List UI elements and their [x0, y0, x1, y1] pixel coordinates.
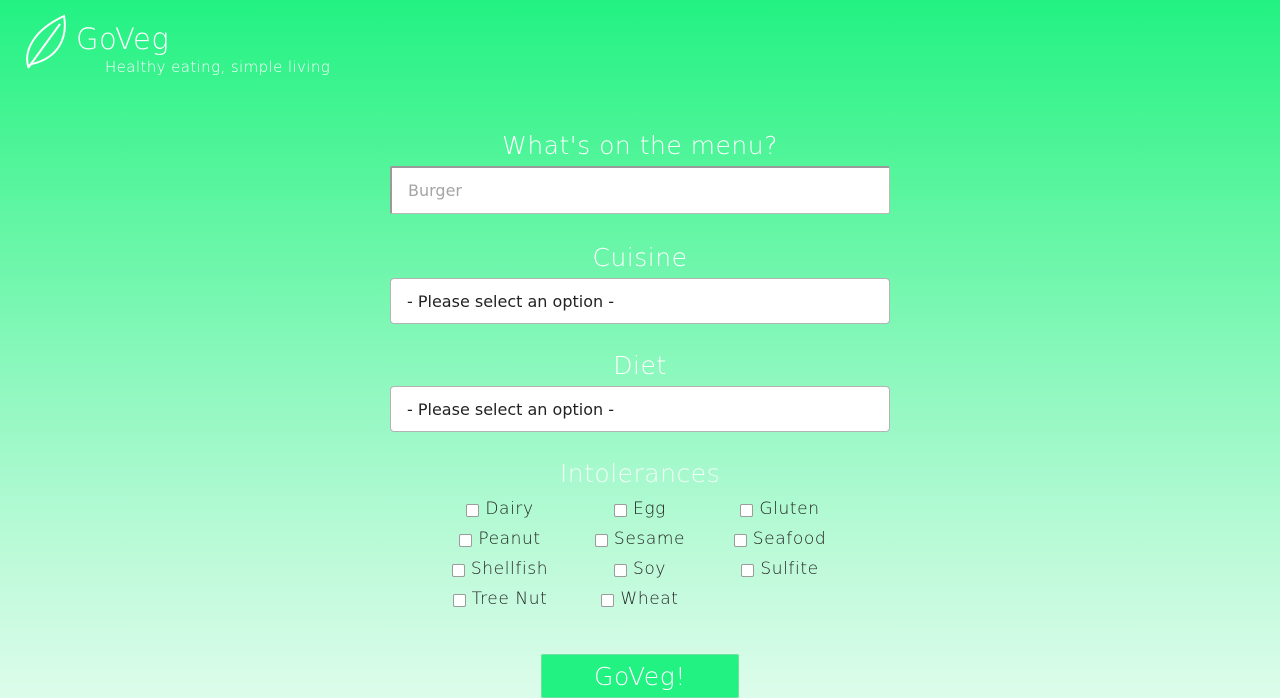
intolerance-row: Shellfish Soy Sulfite [440, 554, 840, 584]
search-form: What's on the menu? Cuisine - Please sel… [390, 126, 890, 494]
intolerance-label: Wheat [620, 589, 679, 609]
goveg-submit-button[interactable]: GoVeg! [541, 654, 739, 698]
sesame-checkbox[interactable] [594, 534, 608, 547]
intolerance-label: Seafood [752, 529, 827, 549]
seafood-checkbox[interactable] [733, 534, 747, 547]
intolerance-egg[interactable]: Egg [560, 499, 720, 519]
shellfish-checkbox[interactable] [451, 564, 465, 577]
peanut-checkbox[interactable] [459, 534, 473, 547]
cuisine-selected-value: - Please select an option - [407, 291, 614, 311]
intolerance-row: Tree Nut Wheat [440, 584, 840, 614]
intolerance-label: Dairy [485, 499, 534, 519]
gluten-checkbox[interactable] [740, 504, 754, 517]
intolerance-row: Peanut Sesame Seafood [440, 524, 840, 554]
menu-input[interactable] [390, 166, 890, 214]
tree-nut-checkbox[interactable] [452, 594, 466, 607]
cuisine-label: Cuisine [592, 243, 688, 272]
intolerance-soy[interactable]: Soy [560, 559, 720, 579]
intolerance-label: Gluten [759, 499, 820, 519]
intolerance-label: Peanut [478, 529, 541, 549]
intolerance-label: Sulfite [760, 559, 819, 579]
intolerance-peanut[interactable]: Peanut [440, 529, 560, 549]
intolerance-sulfite[interactable]: Sulfite [720, 559, 840, 579]
intolerance-label: Sesame [613, 529, 686, 549]
egg-checkbox[interactable] [614, 504, 628, 517]
intolerances-label: Intolerances [559, 459, 721, 488]
diet-select[interactable]: - Please select an option - [390, 386, 890, 432]
intolerance-sesame[interactable]: Sesame [560, 529, 720, 549]
intolerance-shellfish[interactable]: Shellfish [440, 559, 560, 579]
menu-label: What's on the menu? [502, 131, 778, 160]
intolerance-tree-nut[interactable]: Tree Nut [440, 589, 560, 609]
intolerance-gluten[interactable]: Gluten [720, 499, 840, 519]
leaf-icon [26, 14, 66, 69]
intolerance-wheat[interactable]: Wheat [560, 589, 720, 609]
intolerance-label: Tree Nut [471, 589, 548, 609]
wheat-checkbox[interactable] [601, 594, 615, 607]
intolerance-seafood[interactable]: Seafood [720, 529, 840, 549]
diet-label: Diet [613, 351, 667, 380]
soy-checkbox[interactable] [613, 564, 627, 577]
cuisine-select[interactable]: - Please select an option - [390, 278, 890, 324]
intolerance-row: Dairy Egg Gluten [440, 494, 840, 524]
dairy-checkbox[interactable] [466, 504, 480, 517]
intolerance-dairy[interactable]: Dairy [440, 499, 560, 519]
intolerance-label: Soy [632, 559, 667, 579]
brand-name: GoVeg [76, 22, 170, 56]
sulfite-checkbox[interactable] [741, 564, 755, 577]
intolerance-label: Shellfish [470, 559, 549, 579]
intolerance-label: Egg [633, 499, 666, 519]
brand-tagline: Healthy eating, simple living [105, 58, 331, 76]
diet-selected-value: - Please select an option - [407, 399, 614, 419]
intolerances-grid: Dairy Egg Gluten Peanut Sesame Seafood S… [440, 494, 840, 614]
